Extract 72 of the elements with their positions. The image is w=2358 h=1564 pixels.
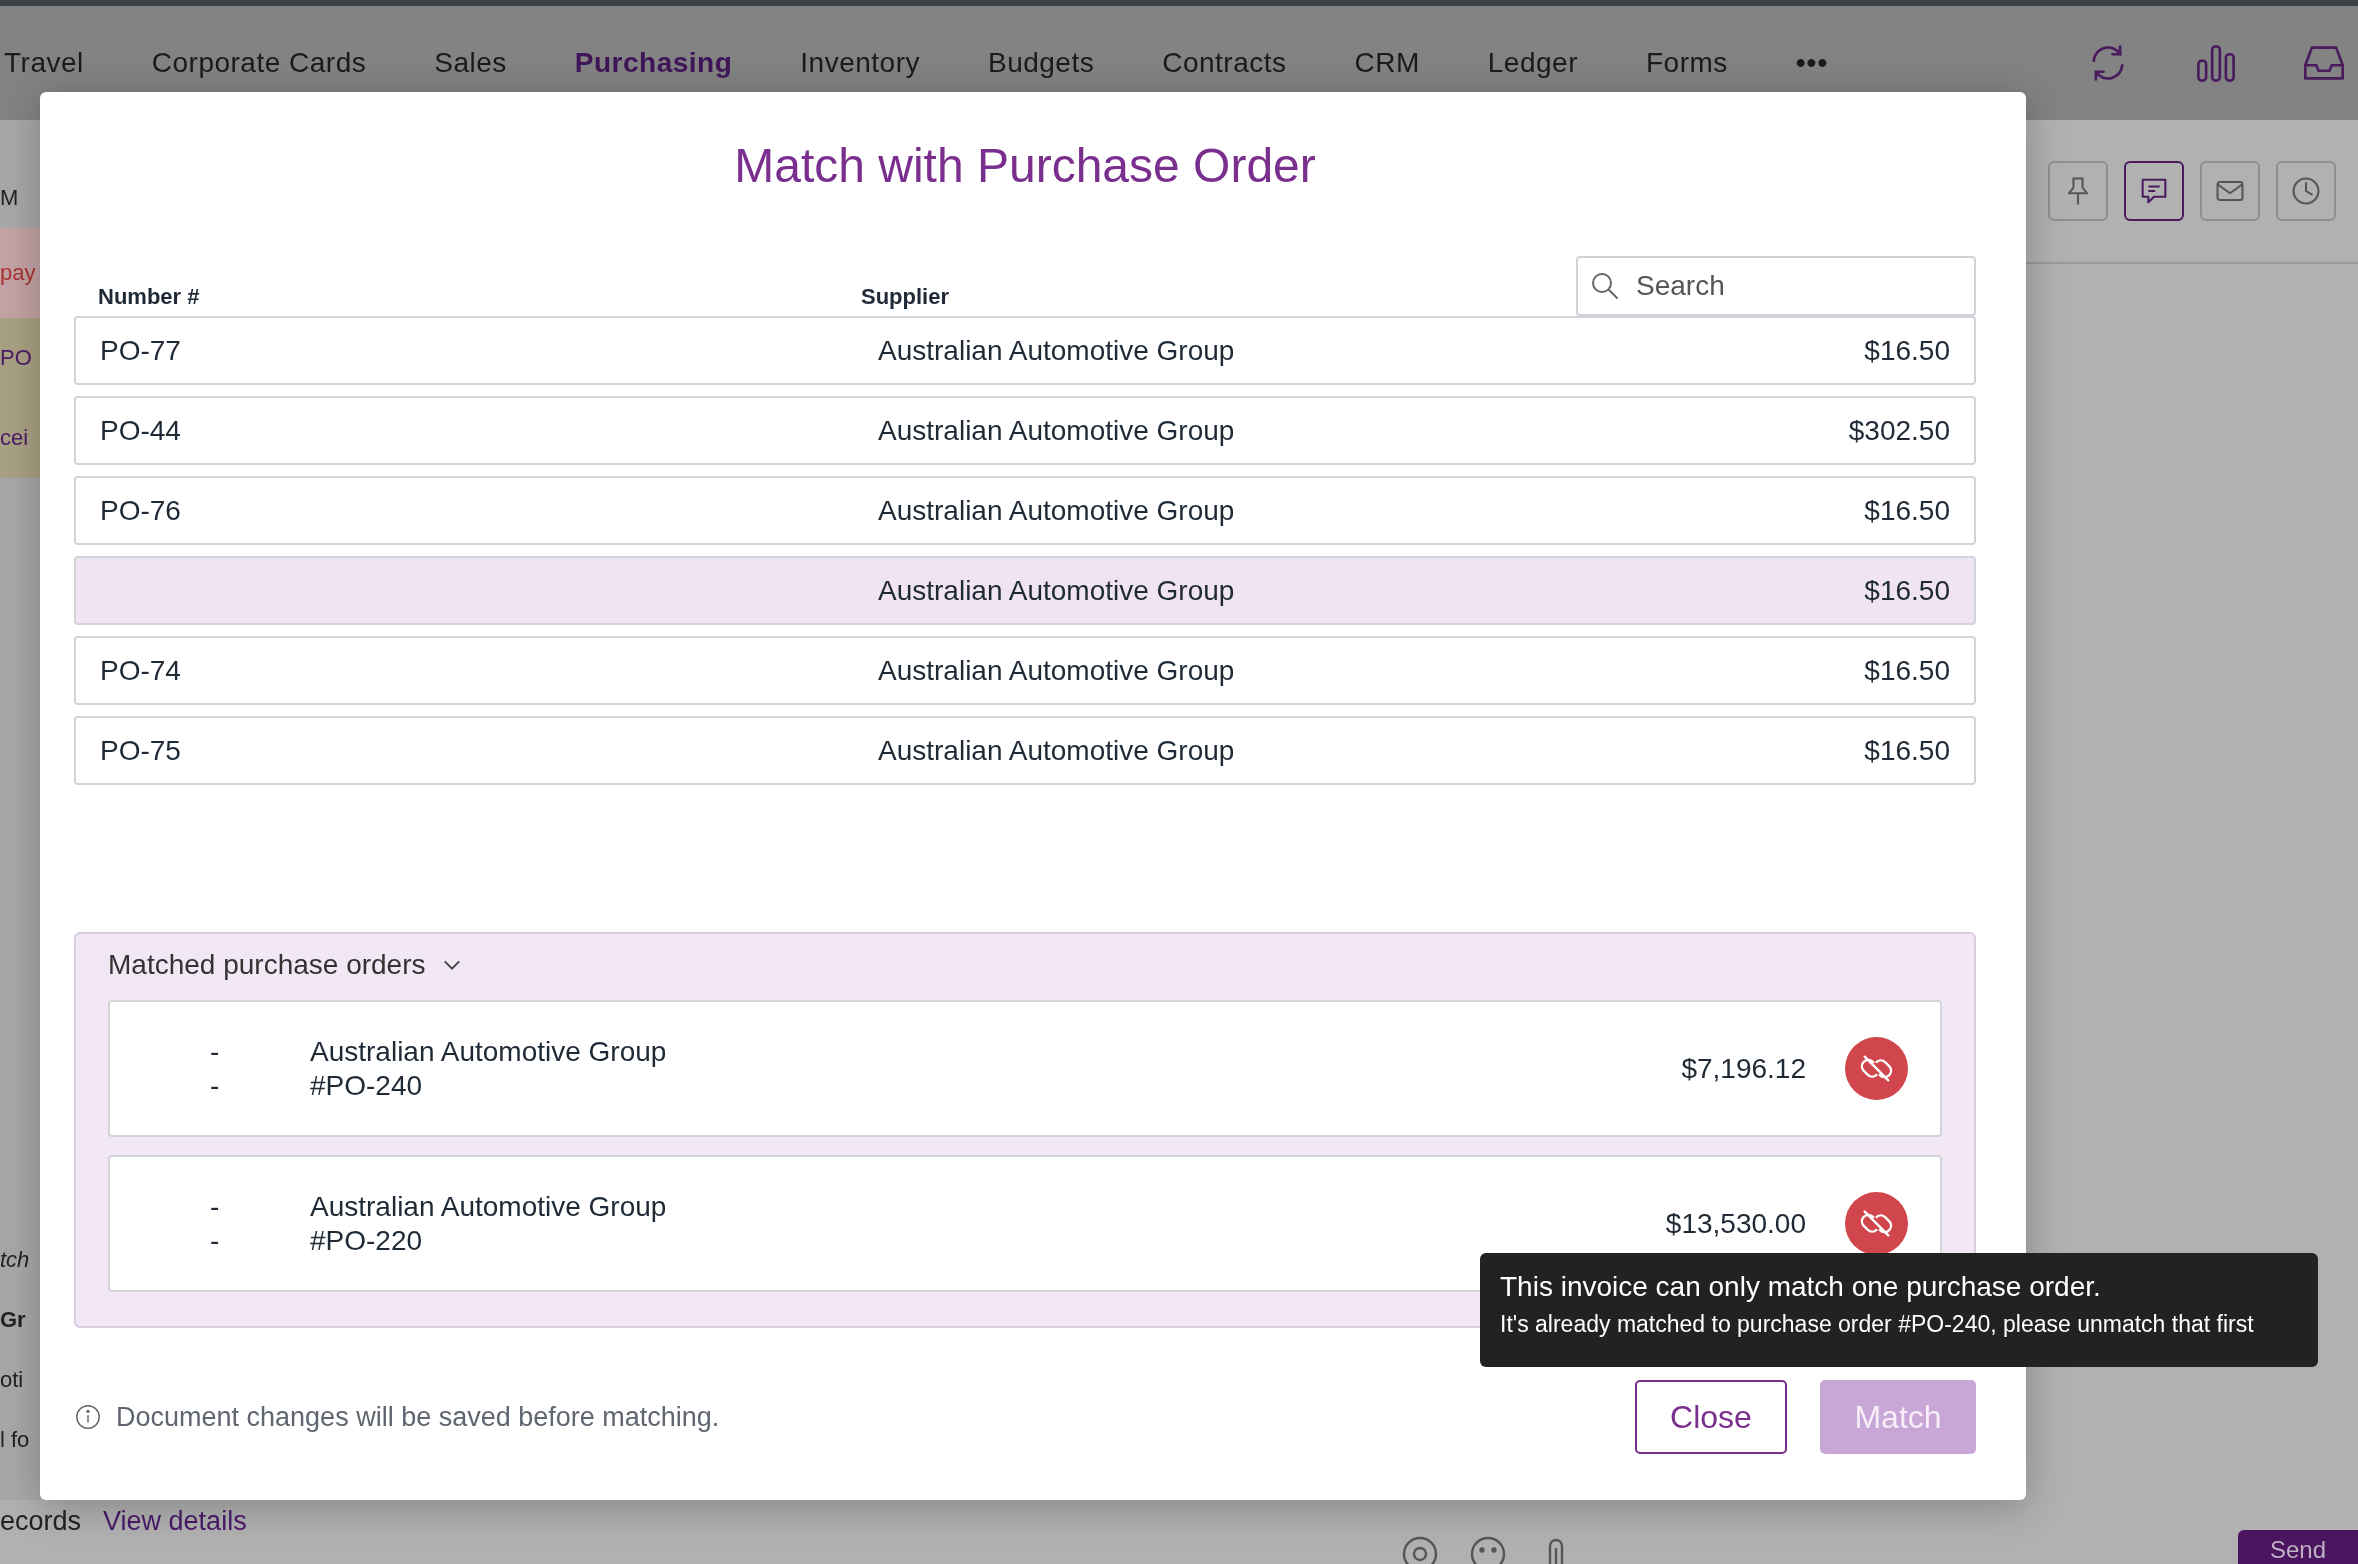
po-number: PO-76 [100,494,181,526]
smiley-icon[interactable] [1468,1534,1508,1564]
nav-tab[interactable]: Travel [4,47,84,79]
purchase-order-row[interactable]: PO-75 Australian Automotive Group $16.50 [74,716,1976,785]
amount: $16.50 [1864,574,1950,607]
dash: - [210,1189,221,1224]
tooltip-title: This invoice can only match one purchase order. [1500,1271,2102,1303]
nav-tab[interactable]: Inventory [800,47,920,79]
cut-off-text: Gr [0,1306,27,1334]
purchase-order-row[interactable]: PO-44 Australian Automotive Group $302.50 [74,396,1976,465]
dash: - [210,1223,221,1258]
amount: $16.50 [1864,734,1950,767]
search-icon [1590,271,1620,301]
nav-tab[interactable]: CRM [1354,47,1420,79]
purchase-order-row[interactable]: PO-77 Australian Automotive Group $16.50 [74,316,1976,385]
matched-toggle[interactable]: Matched purchase orders [108,948,1942,982]
view-details-link[interactable]: View details [103,1506,247,1537]
cut-off-text: oti [0,1366,25,1394]
amount: $302.50 [1848,414,1950,447]
send-button[interactable]: Send [2238,1530,2358,1564]
more-menu[interactable]: ••• [1795,47,1829,79]
cut-off-text: pay [0,228,40,318]
supplier-name: Australian Automotive Group [310,1189,668,1224]
cut-off-text: PO [0,318,40,398]
cut-off-text: l fo [0,1426,31,1454]
nav-tab[interactable]: Contracts [1162,47,1287,79]
nav-tab[interactable]: Ledger [1487,47,1578,79]
amount: $16.50 [1864,334,1950,367]
at-sign-icon[interactable] [1400,1534,1440,1564]
close-button[interactable]: Close [1635,1380,1787,1454]
supplier-name: Australian Automotive Group [878,414,1236,447]
nav-tab[interactable]: Purchasing [574,47,733,79]
amount: $16.50 [1864,654,1950,687]
supplier-name: Australian Automotive Group [878,334,1236,367]
po-number: PO-44 [100,414,181,446]
supplier-name: Australian Automotive Group [310,1034,668,1069]
amount: $7,196.12 [1681,1052,1806,1085]
search-field[interactable]: Search [1576,256,1976,316]
dash: - [210,1068,221,1103]
nav-tab[interactable]: Budgets [987,47,1095,79]
po-number: PO-75 [100,734,181,766]
note-text: Document changes will be saved before matching. [116,1401,720,1433]
nav-tab[interactable]: Forms [1646,47,1728,79]
purchase-order-row[interactable]: PO-74 Australian Automotive Group $16.50 [74,636,1976,705]
pin-button[interactable] [2048,161,2108,221]
clock-button[interactable] [2276,161,2336,221]
info-icon [74,1403,102,1431]
dialog-title: Match with Purchase Order [734,138,1316,194]
po-number: #PO-240 [310,1068,424,1103]
amount: $16.50 [1864,494,1950,527]
tooltip-text: It's already matched to purchase order #PO-240, please unmatch that first [1500,1311,2255,1338]
purchase-order-row[interactable]: PO-76 Australian Automotive Group $16.50 [74,476,1976,545]
dash: - [210,1034,221,1069]
cut-off-text: ecords [0,1506,82,1537]
cut-off-text: cei [0,398,40,478]
po-number: PO-74 [100,654,181,686]
cut-off-text: M [0,184,20,212]
cut-off-text: tch [0,1246,31,1274]
supplier-name: Australian Automotive Group [878,654,1236,687]
supplier-name: Australian Automotive Group [878,494,1236,527]
amount: $13,530.00 [1665,1207,1806,1240]
po-number: PO-77 [100,334,181,366]
purchase-order-row[interactable]: Australian Automotive Group $16.50 [74,556,1976,625]
nav-tab[interactable]: Sales [434,47,507,79]
comment-button[interactable] [2124,161,2184,221]
po-number: #PO-220 [310,1223,424,1258]
supplier-name: Australian Automotive Group [878,734,1236,767]
nav-tab[interactable]: Corporate Cards [151,47,367,79]
column-header: Supplier [860,284,950,311]
mail-button[interactable] [2200,161,2260,221]
supplier-name: Australian Automotive Group [878,574,1236,607]
column-header: Number # [97,284,201,311]
